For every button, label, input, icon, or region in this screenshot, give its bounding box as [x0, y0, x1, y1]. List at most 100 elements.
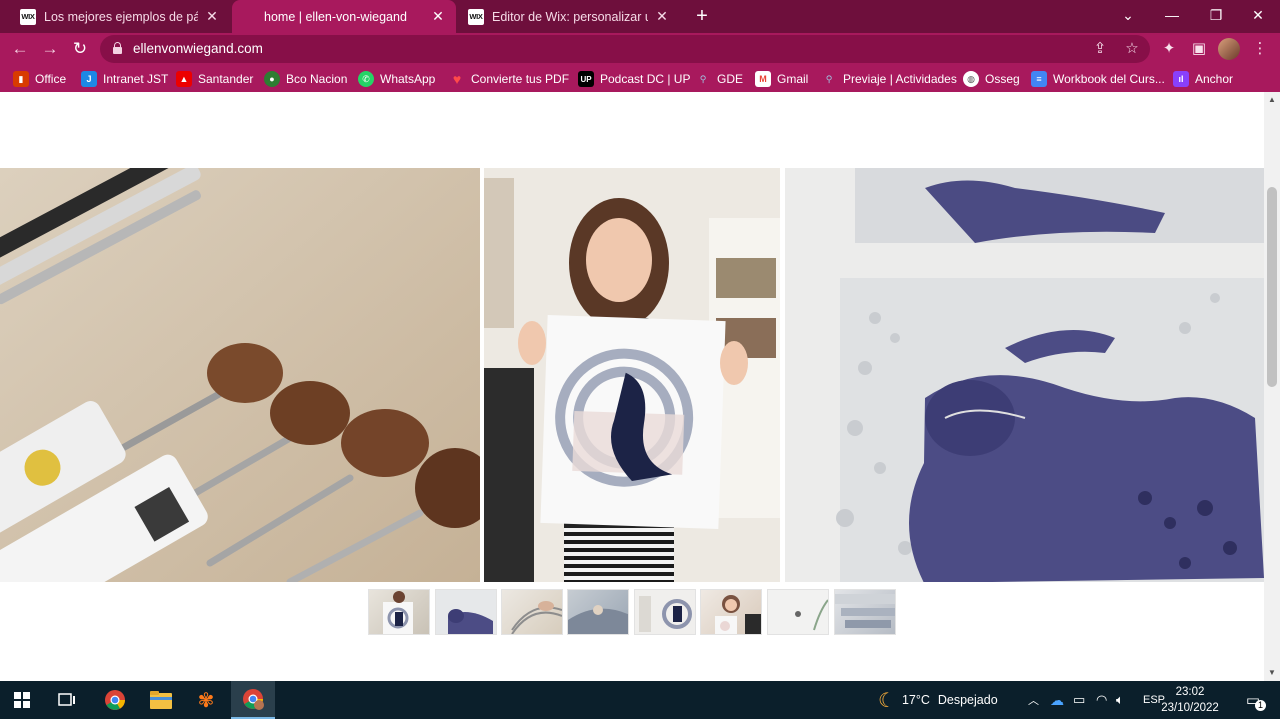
- tab-title: Los mejores ejemplos de páginas: [44, 9, 198, 24]
- thumbnail-6[interactable]: [700, 589, 762, 635]
- bookmark-intranet-jst[interactable]: J Intranet JST: [81, 69, 168, 89]
- pdf-heart-icon: ♥: [452, 71, 462, 87]
- previaje-icon: ⚲: [825, 73, 833, 84]
- butterfly-app-button[interactable]: ✾: [184, 681, 228, 719]
- scroll-up-arrow-icon[interactable]: ▲: [1264, 92, 1280, 108]
- wix-icon: WIX: [468, 8, 484, 25]
- tab-strip: WIX Los mejores ejemplos de páginas ✕ ho…: [0, 0, 1280, 33]
- moon-weather-icon: ☾: [878, 689, 896, 712]
- intranet-icon: J: [81, 71, 97, 87]
- butterfly-icon: ✾: [197, 689, 215, 712]
- tray-overflow-icon[interactable]: ︿: [1028, 681, 1039, 719]
- bco-nacion-icon: ●: [264, 71, 280, 87]
- scroll-down-arrow-icon[interactable]: ▼: [1264, 665, 1280, 681]
- side-panel-icon[interactable]: ▣: [1187, 37, 1211, 61]
- anchor-icon: ıl: [1173, 71, 1189, 87]
- chrome-active-window-button[interactable]: [231, 681, 275, 719]
- bookmark-workbook[interactable]: ≡ Workbook del Curs...: [1031, 69, 1165, 89]
- thumbnail-4[interactable]: [567, 589, 629, 635]
- bookmark-bco-nacion[interactable]: ● Bco Nacion: [264, 69, 347, 89]
- bookmark-convierte-pdf[interactable]: ♥ Convierte tus PDF: [449, 69, 569, 89]
- carving-tools-illustration: [0, 168, 480, 582]
- notification-badge: 1: [1255, 700, 1266, 711]
- chrome-profile-icon: [243, 689, 264, 710]
- windows-logo-icon: [14, 692, 30, 708]
- prints-illustration: [785, 168, 1264, 582]
- menu-icon[interactable]: ⋮: [1248, 37, 1272, 61]
- gde-icon: ⚲: [699, 73, 707, 84]
- close-icon[interactable]: ✕: [204, 8, 220, 25]
- browser-toolbar: ← → ↻ ellenvonwiegand.com ⇪ ☆ ✦ ▣ ⋮: [0, 33, 1280, 65]
- tab-search-icon[interactable]: ⌄: [1106, 0, 1150, 30]
- thumbnail-8[interactable]: [834, 589, 896, 635]
- tab-title: Editor de Wix: personalizar una w: [492, 9, 648, 24]
- notification-center-button[interactable]: ▭ 1: [1238, 681, 1268, 719]
- thumbnail-2[interactable]: [435, 589, 497, 635]
- volume-icon[interactable]: 🔈︎: [1116, 681, 1124, 719]
- thumbnail-5[interactable]: [634, 589, 696, 635]
- bookmark-gde[interactable]: ⚲ GDE: [695, 69, 743, 89]
- bookmark-gmail[interactable]: M Gmail: [755, 69, 808, 89]
- bookmark-anchor[interactable]: ıl Anchor: [1173, 69, 1233, 89]
- weather-description: Despejado: [937, 693, 998, 707]
- bookmark-previaje[interactable]: ⚲ Previaje | Actividades: [821, 69, 957, 89]
- share-icon[interactable]: ⇪: [1088, 37, 1112, 61]
- tab-title: home | ellen-von-wiegand: [264, 9, 407, 24]
- thumbnail-3[interactable]: [501, 589, 563, 635]
- page-viewport: ▲ ▼: [0, 92, 1280, 681]
- whatsapp-icon: ✆: [358, 71, 374, 87]
- bookmarks-bar: ▮ Office J Intranet JST ▲ Santander ● Bco Na…: [0, 65, 1280, 92]
- new-tab-button[interactable]: +: [690, 4, 714, 28]
- address-bar[interactable]: ellenvonwiegand.com ⇪ ☆: [100, 35, 1150, 63]
- restore-button[interactable]: ❐: [1194, 0, 1238, 30]
- bookmark-office[interactable]: ▮ Office: [13, 69, 66, 89]
- profile-avatar[interactable]: [1218, 38, 1240, 60]
- clock-time: 23:02: [1175, 686, 1205, 698]
- extensions-icon[interactable]: ✦: [1157, 37, 1181, 61]
- reload-icon[interactable]: ↻: [68, 37, 92, 61]
- gallery-thumbnails: [368, 589, 898, 635]
- bookmark-whatsapp[interactable]: ✆ WhatsApp: [358, 69, 435, 89]
- clock-date: 23/10/2022: [1161, 702, 1219, 714]
- bookmark-santander[interactable]: ▲ Santander: [176, 69, 253, 89]
- gallery-image-carving-tools[interactable]: [0, 168, 480, 582]
- task-view-icon: [58, 693, 75, 706]
- wifi-icon[interactable]: ◠: [1096, 681, 1107, 719]
- windows-taskbar: ✾ ☾ 17°C Despejado ︿ ☁ ▭ ◠ 🔈︎ ESP 23:02 …: [0, 681, 1280, 719]
- forward-icon[interactable]: →: [38, 37, 62, 61]
- task-view-button[interactable]: [45, 681, 89, 719]
- close-icon[interactable]: ✕: [430, 8, 446, 25]
- santander-icon: ▲: [176, 71, 192, 87]
- tab-home-ellen[interactable]: home | ellen-von-wiegand ✕: [232, 0, 456, 33]
- artist-illustration: [484, 168, 780, 582]
- office-icon: ▮: [13, 71, 29, 87]
- system-clock[interactable]: 23:02 23/10/2022: [1150, 684, 1230, 716]
- bookmark-star-icon[interactable]: ☆: [1120, 37, 1144, 61]
- bookmark-osseg[interactable]: ◍ Osseg: [963, 69, 1020, 89]
- minimize-button[interactable]: —: [1150, 0, 1194, 30]
- thumbnail-1[interactable]: [368, 589, 430, 635]
- gmail-icon: M: [755, 71, 771, 87]
- up-icon: UP: [578, 71, 594, 87]
- close-icon[interactable]: ✕: [654, 8, 670, 25]
- tab-editor-wix[interactable]: WIX Editor de Wix: personalizar una w ✕: [458, 0, 680, 33]
- file-explorer-button[interactable]: [139, 681, 183, 719]
- back-icon[interactable]: ←: [8, 37, 32, 61]
- weather-temperature: 17°C: [901, 693, 930, 707]
- bookmark-podcast-dc[interactable]: UP Podcast DC | UP: [578, 69, 690, 89]
- docs-icon: ≡: [1031, 71, 1047, 87]
- window-close-button[interactable]: ✕: [1236, 0, 1280, 30]
- onedrive-icon[interactable]: ☁: [1050, 681, 1064, 719]
- gallery-image-prints[interactable]: [785, 168, 1264, 582]
- battery-icon[interactable]: ▭: [1073, 681, 1085, 719]
- gallery-image-artist-portrait[interactable]: [484, 168, 780, 582]
- start-button[interactable]: [0, 681, 44, 719]
- chrome-icon: [105, 690, 125, 710]
- tab-mejores-ejemplos[interactable]: WIX Los mejores ejemplos de páginas ✕: [10, 0, 230, 33]
- lock-icon: [113, 42, 122, 54]
- scrollbar-thumb[interactable]: [1267, 187, 1277, 387]
- page-scrollbar[interactable]: ▲ ▼: [1264, 92, 1280, 681]
- thumbnail-7[interactable]: [767, 589, 829, 635]
- chrome-taskbar-button[interactable]: [93, 681, 137, 719]
- weather-widget[interactable]: ☾ 17°C Despejado: [878, 681, 998, 719]
